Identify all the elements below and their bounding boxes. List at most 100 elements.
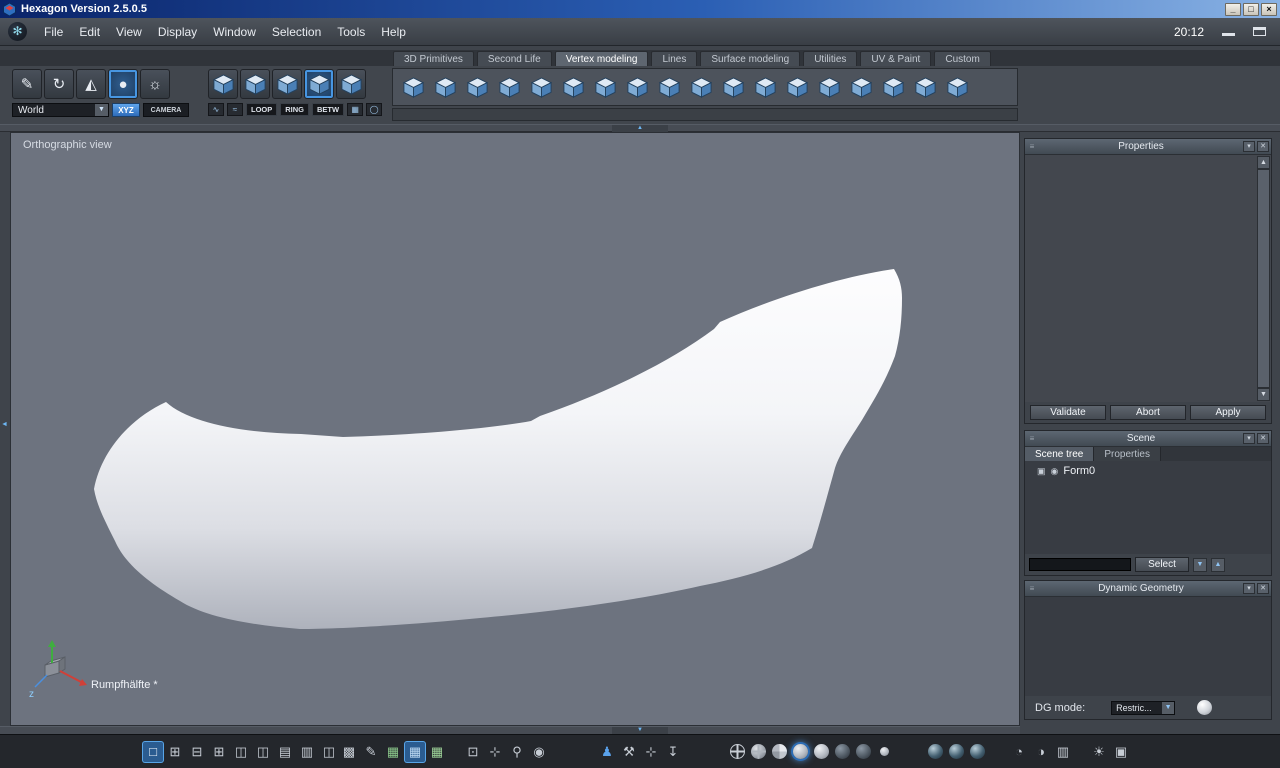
material-sphere-icon-3[interactable] <box>970 744 985 759</box>
layout-rows-icon[interactable]: ▤ <box>275 742 295 762</box>
wire-shaded-icon[interactable] <box>751 744 766 759</box>
frame-selection-icon[interactable]: ⊡ <box>463 742 483 762</box>
layout-left-split-icon[interactable]: ◫ <box>253 742 273 762</box>
circle-mini-icon[interactable]: ◯ <box>366 103 383 116</box>
workspace-maximize-icon[interactable] <box>1253 27 1266 36</box>
points-shading-icon[interactable] <box>880 747 889 756</box>
path-pick-mini-icon[interactable]: ≈ <box>227 103 243 116</box>
pan-view-icon[interactable]: ⊹ <box>485 742 505 762</box>
panel-grip-icon[interactable]: ≡ <box>1025 584 1039 593</box>
menu-selection[interactable]: Selection <box>264 25 329 39</box>
select-points-mode-icon[interactable] <box>208 69 238 99</box>
tab-uv-paint[interactable]: UV & Paint <box>860 51 932 66</box>
dg-preview-sphere-icon[interactable] <box>1197 700 1213 715</box>
knife-tool-icon[interactable]: ✎ <box>12 69 42 99</box>
collapse-down-handle[interactable]: ▼ <box>612 727 668 734</box>
scene-tab-tree[interactable]: Scene tree <box>1025 447 1095 462</box>
panel-close-button[interactable]: ✕ <box>1257 141 1269 152</box>
menu-help[interactable]: Help <box>373 25 414 39</box>
scene-tree-item[interactable]: ▣ ◉ Form0 <box>1025 461 1271 477</box>
between-button[interactable]: BETW <box>312 103 345 116</box>
menu-tools[interactable]: Tools <box>329 25 373 39</box>
drop-to-floor-icon[interactable]: ↧ <box>663 742 683 762</box>
scene-tab-properties[interactable]: Properties <box>1094 447 1161 462</box>
scene-filter-input[interactable] <box>1029 558 1131 571</box>
menu-window[interactable]: Window <box>205 25 264 39</box>
camera-mode-button[interactable]: CAMERA <box>143 103 189 117</box>
scroll-thumb[interactable] <box>1257 169 1270 388</box>
spin-down-icon[interactable]: ▼ <box>1193 557 1207 572</box>
flat-shading-icon[interactable] <box>772 744 787 759</box>
hammer-tool-icon[interactable]: ⚒ <box>619 742 639 762</box>
visibility-eye-icon[interactable]: ◉ <box>529 742 549 762</box>
sphere-tool-icon[interactable]: ● <box>108 69 138 99</box>
dg-mode-select[interactable]: Restric... ▼ <box>1111 700 1176 715</box>
workspace-minimize-icon[interactable] <box>1222 27 1235 36</box>
top-splitter[interactable]: ▲ <box>0 124 1280 132</box>
lamp-tool-icon[interactable]: ☼ <box>140 69 170 99</box>
vertex-tool-07-icon[interactable] <box>592 74 619 101</box>
vertex-tool-16-icon[interactable] <box>880 74 907 101</box>
panel-menu-button[interactable]: ▾ <box>1243 141 1255 152</box>
select-faces-mode-icon[interactable] <box>272 69 302 99</box>
layout-stack-icon[interactable]: ▥ <box>297 742 317 762</box>
vertex-tool-12-icon[interactable] <box>752 74 779 101</box>
tab-utilities[interactable]: Utilities <box>803 51 858 66</box>
select-edges-mode-icon[interactable] <box>240 69 270 99</box>
panel-menu-button[interactable]: ▾ <box>1243 433 1255 444</box>
vertex-tool-14-icon[interactable] <box>816 74 843 101</box>
wedge-tool-icon[interactable]: ◭ <box>76 69 106 99</box>
bottom-splitter[interactable]: ▼ <box>0 726 1020 734</box>
tab-surface-modeling[interactable]: Surface modeling <box>700 51 801 66</box>
xyz-mode-button[interactable]: XYZ <box>112 103 140 117</box>
split-panels-icon[interactable]: ▥ <box>1053 742 1073 762</box>
vertex-tool-05-icon[interactable] <box>528 74 555 101</box>
wireframe-shading-icon[interactable] <box>730 744 745 759</box>
grid-plain-icon[interactable]: ▦ <box>427 742 447 762</box>
vertex-tool-01-icon[interactable] <box>400 74 427 101</box>
dg-dropdown-arrow-icon[interactable]: ▼ <box>1162 701 1175 714</box>
vertex-tool-15-icon[interactable] <box>848 74 875 101</box>
avatar-mode-icon[interactable]: ♟ <box>597 742 617 762</box>
vertex-tool-18-icon[interactable] <box>944 74 971 101</box>
dark-shading-icon[interactable] <box>856 744 871 759</box>
vertex-tool-08-icon[interactable] <box>624 74 651 101</box>
vertex-tool-06-icon[interactable] <box>560 74 587 101</box>
grid-snap-icon[interactable]: ▦ <box>405 742 425 762</box>
layout-single-icon[interactable]: □ <box>143 742 163 762</box>
tab-custom[interactable]: Custom <box>934 51 991 66</box>
material-sphere-icon-2[interactable] <box>949 744 964 759</box>
zoom-icon[interactable]: ⚲ <box>507 742 527 762</box>
layout-columns-icon[interactable]: ◫ <box>319 742 339 762</box>
smooth-shading-icon[interactable] <box>793 744 808 759</box>
select-button[interactable]: Select <box>1135 557 1189 572</box>
tab-vertex-modeling[interactable]: Vertex modeling <box>554 51 649 66</box>
menu-file[interactable]: File <box>36 25 71 39</box>
menu-display[interactable]: Display <box>150 25 205 39</box>
vertex-tool-02-icon[interactable] <box>432 74 459 101</box>
world-space-select[interactable]: World ▼ <box>12 103 109 117</box>
scene-panel-titlebar[interactable]: ≡ Scene ▾ ✕ <box>1025 431 1271 446</box>
scroll-up-icon[interactable]: ▲ <box>1257 156 1270 169</box>
light-icon[interactable]: ☀ <box>1089 742 1109 762</box>
orbit-view-icon[interactable]: ◔ <box>1009 742 1029 762</box>
tab-lines[interactable]: Lines <box>651 51 698 66</box>
panel-grip-icon[interactable]: ≡ <box>1025 434 1039 443</box>
collapse-up-handle[interactable]: ▲ <box>612 125 668 132</box>
properties-scrollbar[interactable]: ▲ ▼ <box>1257 156 1270 401</box>
visibility-eye-icon[interactable]: ◉ <box>1051 466 1059 477</box>
menu-edit[interactable]: Edit <box>71 25 108 39</box>
annotate-icon[interactable]: ✎ <box>361 742 381 762</box>
edge-pick-mini-icon[interactable]: ∿ <box>208 103 224 116</box>
validate-button[interactable]: Validate <box>1030 405 1106 420</box>
uv-edit-icon[interactable]: ▩ <box>339 742 359 762</box>
window-minimize-button[interactable]: _ <box>1225 2 1241 16</box>
rotate-tool-icon[interactable]: ↻ <box>44 69 74 99</box>
tab-3d-primitives[interactable]: 3D Primitives <box>393 51 474 66</box>
loop-button[interactable]: LOOP <box>246 103 278 116</box>
viewport-3d[interactable]: Orthographic view z Rumpfhälfte * <box>10 132 1020 726</box>
layout-three-top-icon[interactable]: ⊞ <box>209 742 229 762</box>
ghost-shading-icon[interactable] <box>835 744 850 759</box>
textured-shading-icon[interactable] <box>814 744 829 759</box>
panel-close-button[interactable]: ✕ <box>1257 583 1269 594</box>
